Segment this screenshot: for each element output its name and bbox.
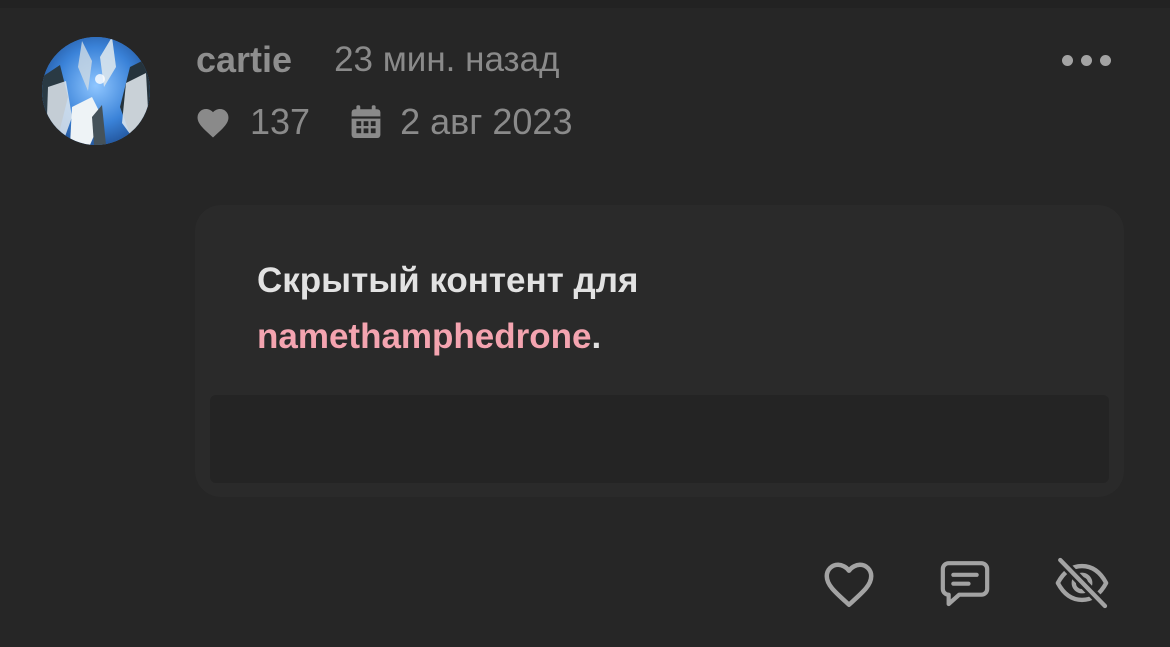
top-divider xyxy=(0,0,1170,8)
calendar-icon xyxy=(350,104,382,140)
more-options-button[interactable] xyxy=(1054,44,1118,76)
hide-button[interactable] xyxy=(1051,552,1113,614)
post-date: 2 авг 2023 xyxy=(400,101,573,142)
avatar[interactable] xyxy=(42,37,150,145)
hidden-content-message: Скрытый контент для namethamphedrone. xyxy=(257,253,1077,365)
post-meta: 137 2 авг 2023 xyxy=(194,100,572,144)
more-dots-icon xyxy=(1061,54,1073,66)
more-dot xyxy=(1080,54,1092,66)
likes-count: 137 xyxy=(250,101,311,142)
comment-icon xyxy=(940,561,990,607)
heart-icon xyxy=(194,105,232,139)
mention-link[interactable]: namethamphedrone xyxy=(257,317,592,356)
post-actions xyxy=(818,552,1118,614)
post: cartie 23 мин. назад 137 2 авг 2023 Скры… xyxy=(0,0,1170,647)
hidden-content-period: . xyxy=(591,317,602,356)
author-line: cartie 23 мин. назад xyxy=(196,38,559,82)
more-dot xyxy=(1099,54,1111,66)
like-button[interactable] xyxy=(818,552,880,614)
author-username[interactable]: cartie xyxy=(196,39,292,81)
eye-off-icon xyxy=(1055,555,1110,611)
reply-button[interactable] xyxy=(934,552,996,614)
hidden-content-footer xyxy=(210,395,1109,483)
hidden-content-text: Скрытый контент для xyxy=(257,261,639,300)
avatar-image xyxy=(42,37,150,145)
heart-outline-icon xyxy=(824,562,874,607)
hidden-content-card: Скрытый контент для namethamphedrone. xyxy=(195,205,1124,497)
post-time-ago: 23 мин. назад xyxy=(334,40,560,79)
